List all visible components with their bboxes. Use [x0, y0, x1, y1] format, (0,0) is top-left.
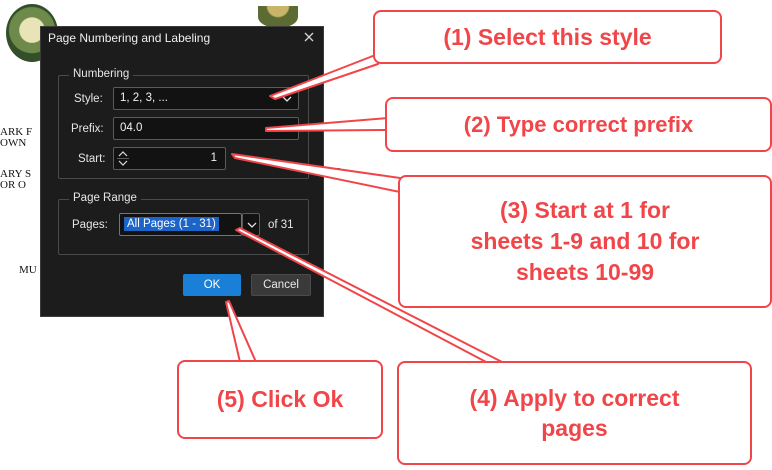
callout-3-line-1: (3) Start at 1 for: [500, 197, 670, 223]
connector-1: [269, 53, 379, 100]
callout-2-text: (2) Type correct prefix: [463, 111, 694, 137]
callout-4-line-1: (4) Apply to correct: [469, 385, 680, 411]
callout-1: (1) Select this style: [373, 10, 722, 64]
callout-1-text: (1) Select this style: [443, 23, 652, 50]
callout-3-line-2: sheets 1-9 and 10 for: [470, 228, 700, 254]
connector-3: [231, 153, 401, 193]
callout-3-line-3: sheets 10-99: [515, 259, 655, 285]
callout-3: (3) Start at 1 for sheets 1-9 and 10 for…: [398, 175, 772, 308]
connector-2: [265, 117, 389, 132]
callout-5-text: (5) Click Ok: [216, 386, 344, 412]
callout-5: (5) Click Ok: [177, 360, 383, 439]
callout-2: (2) Type correct prefix: [385, 97, 772, 152]
connector-5: [225, 300, 257, 363]
callout-4: (4) Apply to correct pages: [397, 361, 752, 465]
callout-4-line-2: pages: [541, 415, 608, 441]
